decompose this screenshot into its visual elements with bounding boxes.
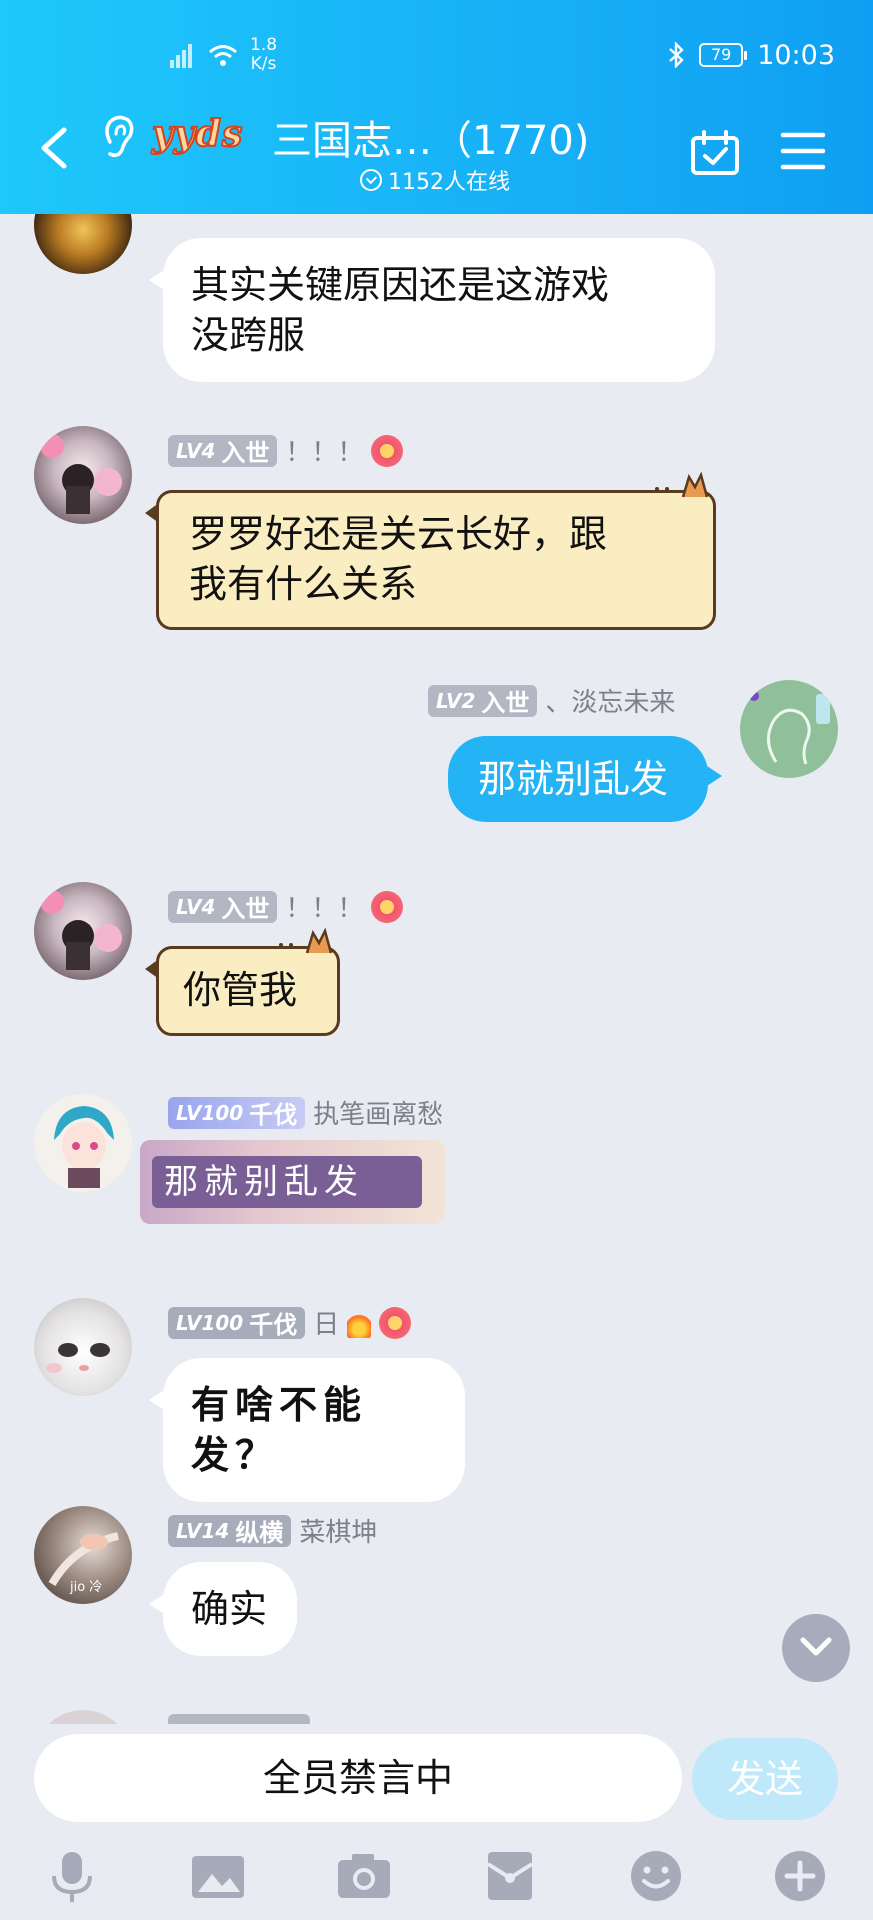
clock: 10:03: [757, 39, 835, 71]
menu-icon[interactable]: [780, 130, 826, 172]
avatar-image: [40, 890, 122, 970]
cat-ears-icon: [279, 927, 333, 954]
flower-emoji-icon: [371, 434, 404, 467]
my-avatar[interactable]: [740, 680, 838, 778]
message-text: 有啥不能发？: [191, 1382, 368, 1477]
level-rank: 入世: [221, 439, 270, 467]
message-text-line: 我有什么关系: [189, 562, 418, 606]
wifi-icon: [209, 45, 237, 66]
avatar-image: [54, 1106, 114, 1188]
chat-header: 1.8 K/s 79 10:03 yyds 三国志…（1770) 1152人在线: [0, 0, 873, 214]
level-rank: 纵横: [235, 1519, 284, 1547]
sender-info: LV2 入世 、淡忘未来: [428, 682, 675, 719]
camera-icon[interactable]: [336, 1848, 392, 1904]
message-bubble[interactable]: 确实: [149, 1562, 297, 1656]
scroll-to-bottom-button[interactable]: [782, 1614, 850, 1682]
chevron-down-icon: [800, 1637, 832, 1656]
message-text-line: 没跨服: [191, 313, 306, 357]
group-badge: yyds: [151, 112, 244, 156]
level-badge: LV4 入世: [168, 434, 278, 467]
sender-name[interactable]: ！！！: [285, 432, 363, 469]
sender-name[interactable]: 执笔画离愁: [313, 1094, 443, 1131]
sender-name[interactable]: 日: [313, 1304, 339, 1341]
level-rank: 入世: [481, 689, 530, 717]
message-text-line: 罗罗好还是关云长好，跟: [189, 512, 608, 556]
level-number: LV100: [176, 1310, 244, 1335]
level-badge: LV2 入世: [428, 684, 538, 717]
emoji-icon[interactable]: [628, 1848, 684, 1904]
message-list[interactable]: 其实关键原因还是这游戏 没跨服 LV4 入世 ！！！ 罗罗好还是关云长好，跟 我…: [0, 214, 873, 1724]
input-bar: 全员禁言中 发送: [0, 1724, 873, 1920]
sender-name[interactable]: 菜棋坤: [299, 1512, 377, 1549]
status-bar-right: 79 10:03: [667, 30, 835, 80]
fire-icon: [347, 1307, 372, 1338]
sticker-message[interactable]: 那就别乱发: [140, 1140, 445, 1224]
message-text: 确实: [191, 1587, 268, 1631]
avatar-image: [40, 434, 122, 514]
sticker-text: 那就别乱发: [152, 1156, 422, 1208]
group-title[interactable]: 三国志…（1770): [272, 108, 589, 166]
muted-input-field: 全员禁言中: [34, 1734, 682, 1822]
message-bubble[interactable]: 有啥不能发？: [149, 1358, 465, 1502]
avatar-image: [749, 691, 830, 765]
level-rank: 千伐: [249, 1311, 298, 1339]
send-button[interactable]: 发送: [692, 1738, 838, 1820]
online-count: 1152人在线: [360, 164, 510, 196]
level-badge: LV4 入世: [168, 890, 278, 923]
sender-name[interactable]: ！！！: [285, 888, 363, 925]
sender-name[interactable]: 、淡忘未来: [545, 682, 675, 719]
back-icon[interactable]: [36, 126, 72, 170]
message-text: 你管我: [183, 968, 298, 1012]
level-number: LV4: [176, 894, 216, 919]
cat-ears-icon: [655, 471, 709, 498]
my-message-bubble[interactable]: 那就别乱发: [448, 736, 722, 822]
avatar-caption: jio 冷: [70, 1580, 103, 1595]
status-bar-left: 1.8 K/s: [170, 30, 277, 80]
message-bubble[interactable]: 你管我: [145, 927, 340, 1036]
message-text-line: 其实关键原因还是这游戏: [191, 263, 610, 307]
level-number: LV4: [176, 438, 216, 463]
sender-info: LV4 入世 ！！！: [168, 432, 404, 469]
microphone-icon[interactable]: [44, 1848, 100, 1904]
message-bubble[interactable]: 其实关键原因还是这游戏 没跨服: [149, 238, 715, 382]
level-rank: 千伐: [249, 1101, 298, 1129]
bluetooth-icon: [669, 42, 684, 68]
level-number: LV14: [176, 1518, 230, 1543]
sender-info: LV100 千伐 日: [168, 1304, 412, 1341]
flower-emoji-icon: [371, 890, 404, 923]
online-count-label: 1152人在线: [388, 170, 510, 195]
signal-icon: [170, 42, 196, 68]
level-rank: 入世: [221, 895, 270, 923]
ear-icon[interactable]: [98, 112, 138, 160]
network-speed: 1.8 K/s: [250, 36, 277, 74]
calendar-check-icon[interactable]: [690, 130, 740, 176]
level-badge: LV100 千伐: [168, 1096, 306, 1129]
sender-info: LV4 入世 ！！！: [168, 888, 404, 925]
level-number: LV2: [436, 688, 476, 713]
message-text: 那就别乱发: [478, 757, 669, 801]
battery-icon: 79: [699, 43, 748, 67]
avatar[interactable]: [34, 1710, 132, 1724]
level-badge: LV100 千伐: [168, 1306, 306, 1339]
red-packet-icon[interactable]: [482, 1848, 538, 1904]
avatar[interactable]: [34, 426, 132, 524]
speed-value: 1.8: [250, 35, 278, 55]
speed-unit: K/s: [250, 54, 277, 74]
sender-info: LV100 千伐 执笔画离愁: [168, 1094, 443, 1131]
image-icon[interactable]: [190, 1848, 246, 1904]
message-bubble[interactable]: 罗罗好还是关云长好，跟 我有什么关系: [145, 471, 716, 630]
avatar[interactable]: [34, 214, 132, 274]
avatar[interactable]: [34, 1298, 132, 1396]
plus-icon[interactable]: [772, 1848, 828, 1904]
level-badge-partial: [168, 1714, 310, 1724]
avatar[interactable]: [34, 1094, 132, 1192]
avatar-image: [46, 1343, 110, 1373]
level-number: LV100: [176, 1100, 244, 1125]
flower-emoji-icon: [379, 1306, 412, 1339]
avatar[interactable]: [34, 882, 132, 980]
avatar[interactable]: jio 冷: [34, 1506, 132, 1604]
level-badge: LV14 纵横: [168, 1514, 292, 1547]
sender-info: LV14 纵横 菜棋坤: [168, 1512, 377, 1549]
online-check-icon: [360, 169, 382, 191]
